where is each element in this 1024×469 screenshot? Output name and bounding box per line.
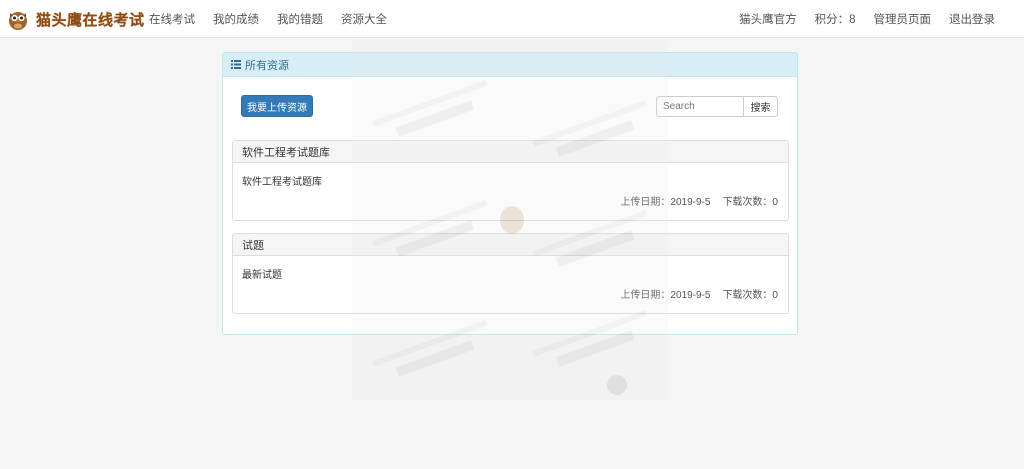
- nav-my-mistakes[interactable]: 我的错题: [268, 11, 332, 27]
- nav-points[interactable]: 积分：8: [806, 11, 865, 27]
- upload-resource-button[interactable]: 我要上传资源: [241, 95, 313, 117]
- nav-my-scores[interactable]: 我的成绩: [204, 11, 268, 27]
- resource-description: 软件工程考试题库: [242, 177, 322, 188]
- search-form: 搜索: [656, 96, 778, 117]
- search-input[interactable]: [656, 96, 744, 117]
- nav-official[interactable]: 猫头鹰官方: [730, 11, 806, 27]
- resource-description: 最新试题: [242, 270, 282, 281]
- search-button[interactable]: 搜索: [744, 96, 778, 117]
- resource-body: 软件工程考试题库 上传日期：2019-9-5 下载次数：0: [233, 163, 788, 220]
- download-count: 下载次数：0: [722, 197, 778, 208]
- owl-logo-icon: [9, 12, 27, 30]
- resource-card: 软件工程考试题库 软件工程考试题库 上传日期：2019-9-5 下载次数：0: [232, 140, 789, 221]
- user-nav: 猫头鹰官方 积分：8 管理员页面 退出登录: [730, 0, 1004, 38]
- panel-title: 所有资源: [245, 59, 289, 72]
- nav-logout[interactable]: 退出登录: [940, 11, 1004, 27]
- nav-resources[interactable]: 资源大全: [332, 11, 396, 27]
- top-navbar: 猫头鹰在线考试 在线考试 我的成绩 我的错题 资源大全 猫头鹰官方 积分：8 管…: [0, 0, 1024, 38]
- nav-online-exam[interactable]: 在线考试: [140, 11, 204, 27]
- resource-meta: 上传日期：2019-9-5 下载次数：0: [620, 286, 778, 301]
- upload-date: 上传日期：2019-9-5: [620, 197, 711, 208]
- resource-body: 最新试题 上传日期：2019-9-5 下载次数：0: [233, 256, 788, 313]
- resource-title[interactable]: 软件工程考试题库: [233, 141, 788, 163]
- resource-card: 试题 最新试题 上传日期：2019-9-5 下载次数：0: [232, 233, 789, 314]
- panel-heading: 所有资源: [223, 53, 797, 77]
- resources-panel: 所有资源 我要上传资源 搜索 软件工程考试题库 软件工程考试题库 上传日期：20…: [222, 52, 798, 335]
- resource-meta: 上传日期：2019-9-5 下载次数：0: [620, 193, 778, 208]
- list-icon: [231, 60, 241, 69]
- download-count: 下载次数：0: [722, 290, 778, 301]
- nav-admin-page[interactable]: 管理员页面: [865, 11, 941, 27]
- resource-title[interactable]: 试题: [233, 234, 788, 256]
- brand-title: 猫头鹰在线考试: [36, 11, 145, 29]
- upload-date: 上传日期：2019-9-5: [620, 290, 711, 301]
- main-nav: 在线考试 我的成绩 我的错题 资源大全: [140, 0, 396, 38]
- brand[interactable]: 猫头鹰在线考试: [6, 5, 145, 33]
